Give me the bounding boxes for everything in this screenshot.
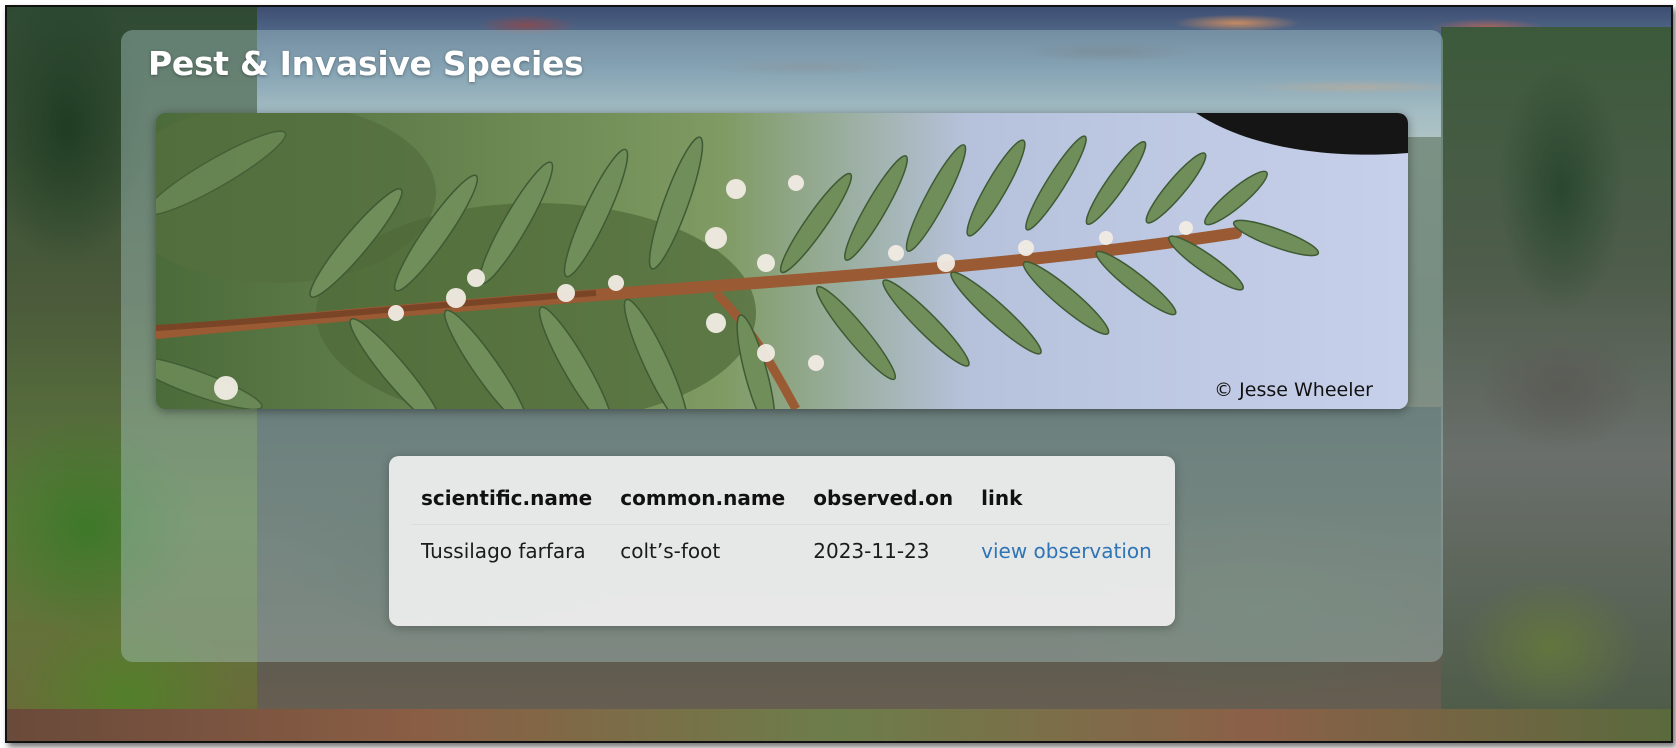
view-observation-link[interactable]: view observation	[981, 539, 1152, 563]
cell-common-name: colt’s-foot	[620, 539, 721, 563]
table-row: Tussilago farfara colt’s-foot 2023-11-23…	[411, 525, 1170, 563]
cell-scientific-name: Tussilago farfara	[421, 539, 586, 563]
column-header-common-name: common.name	[610, 486, 804, 525]
page-title: Pest & Invasive Species	[148, 44, 584, 83]
column-header-observed-on: observed.on	[803, 486, 972, 525]
cell-link: view observation	[971, 525, 1170, 563]
photo-credit: © Jesse Wheeler	[1214, 379, 1373, 401]
hero-image: © Jesse Wheeler	[156, 113, 1408, 409]
hemlock-branch-illustration	[156, 113, 1408, 409]
background-foreground	[7, 709, 1671, 741]
observation-card: scientific.name common.name observed.on …	[389, 456, 1175, 626]
observations-table: scientific.name common.name observed.on …	[411, 486, 1170, 563]
cell-observed-on: 2023-11-23	[813, 539, 930, 563]
table-header-row: scientific.name common.name observed.on …	[411, 486, 1170, 525]
content-panel: Pest & Invasive Species © Jesse Wheeler …	[121, 30, 1443, 662]
column-header-link: link	[971, 486, 1170, 525]
screenshot-frame: Pest & Invasive Species © Jesse Wheeler …	[5, 5, 1673, 743]
background-right-cliff	[1441, 27, 1671, 741]
column-header-scientific-name: scientific.name	[411, 486, 611, 525]
